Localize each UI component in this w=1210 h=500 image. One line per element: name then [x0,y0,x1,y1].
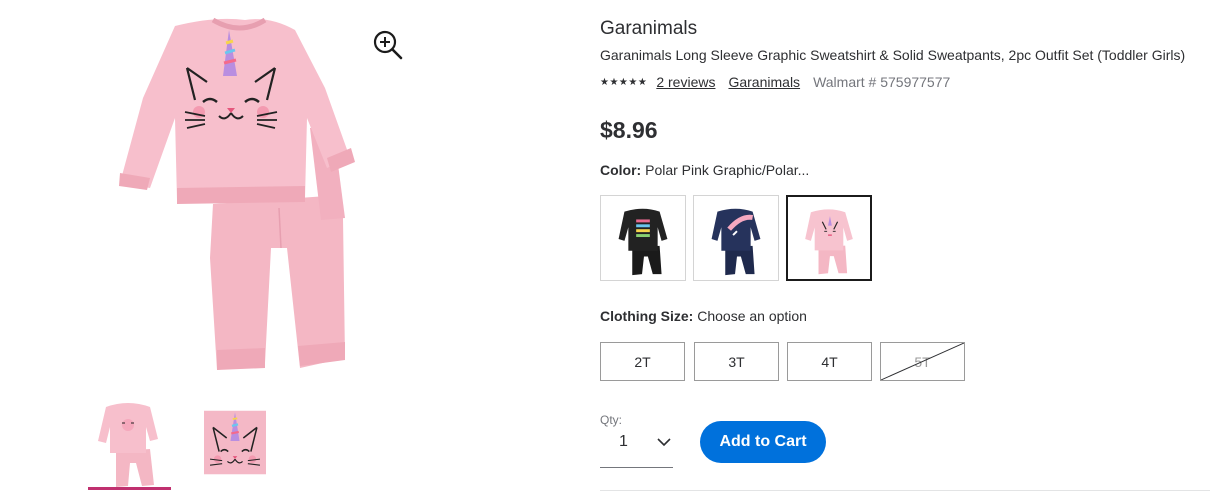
active-thumbnail-indicator [88,487,171,490]
size-prompt: Choose an option [697,308,807,324]
main-product-image[interactable] [95,8,385,378]
size-option-4t[interactable]: 4T [787,342,872,381]
quantity-select[interactable]: 1 [600,426,673,468]
brand-name: Garanimals [600,18,698,39]
zoom-icon[interactable] [370,27,406,63]
quantity-label: Qty: [600,413,623,427]
rating-stars-icon[interactable]: ★★★★★ [600,77,647,88]
add-to-cart-button[interactable]: Add to Cart [700,421,826,463]
thumbnail-strip [88,393,283,493]
color-selected-value: Polar Pink Graphic/Polar... [645,162,810,178]
size-option-2t[interactable]: 2T [600,342,685,381]
color-label: Color: [600,162,642,178]
thumbnail-graphic-closeup[interactable] [202,393,284,489]
quantity-value: 1 [619,433,628,450]
price: $8.96 [600,117,658,143]
product-meta-row: ★★★★★ 2 reviews Garanimals Walmart # 575… [600,74,950,90]
size-option-5t-unavailable[interactable]: 5T [880,342,965,381]
color-swatch-pink[interactable] [786,195,872,281]
section-divider [600,490,1210,491]
reviews-link[interactable]: 2 reviews [656,74,715,90]
chevron-down-icon [657,438,671,447]
size-label-row: Clothing Size: Choose an option [600,308,807,324]
size-option-3t[interactable]: 3T [694,342,779,381]
color-label-row: Color: Polar Pink Graphic/Polar... [600,162,809,178]
walmart-number: Walmart # 575977577 [813,74,951,90]
brand-link[interactable]: Garanimals [728,74,800,90]
size-label: Clothing Size: [600,308,694,324]
color-swatch-navy[interactable] [693,195,779,281]
color-swatch-black[interactable] [600,195,686,281]
thumbnail-outfit[interactable] [88,393,170,489]
product-title: Garanimals Long Sleeve Graphic Sweatshir… [600,47,1186,63]
size-option-5t-label: 5T [914,353,931,370]
